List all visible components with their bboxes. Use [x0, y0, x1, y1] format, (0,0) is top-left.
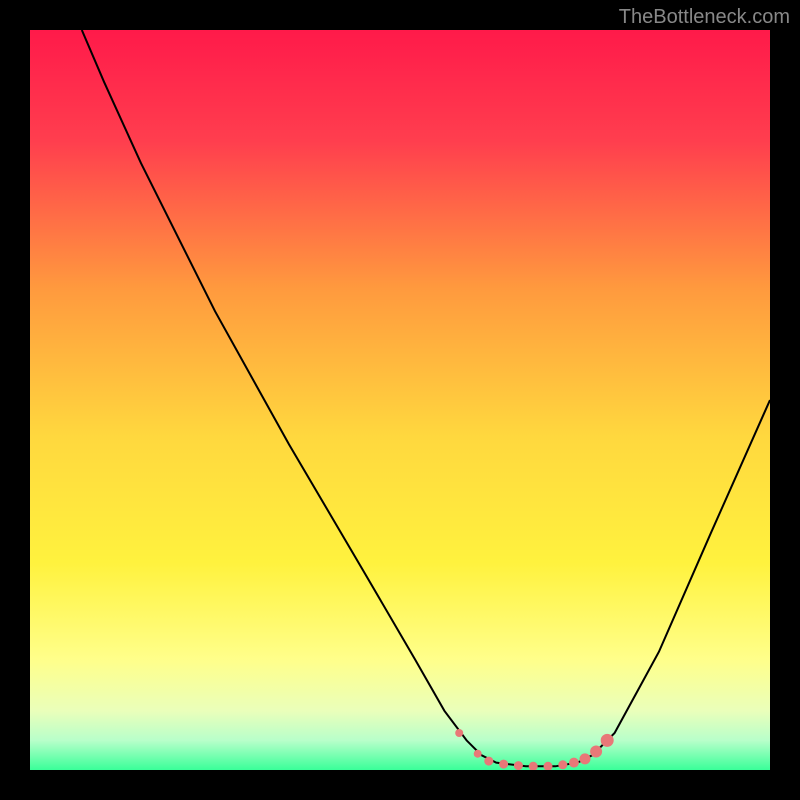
- highlight-point: [590, 746, 602, 758]
- highlight-point: [499, 760, 508, 769]
- plot-area: [30, 30, 770, 770]
- highlight-point: [558, 760, 567, 769]
- highlight-points-layer: [30, 30, 770, 770]
- chart-container: TheBottleneck.com: [0, 0, 800, 800]
- highlight-point: [529, 762, 538, 770]
- highlight-point: [455, 729, 463, 737]
- highlight-point: [569, 758, 579, 768]
- highlight-point: [474, 750, 482, 758]
- highlight-point: [601, 734, 614, 747]
- highlight-point: [484, 757, 493, 766]
- watermark-text: TheBottleneck.com: [619, 6, 790, 29]
- highlight-point: [544, 762, 553, 770]
- highlight-point: [514, 761, 523, 770]
- highlight-point: [580, 753, 591, 764]
